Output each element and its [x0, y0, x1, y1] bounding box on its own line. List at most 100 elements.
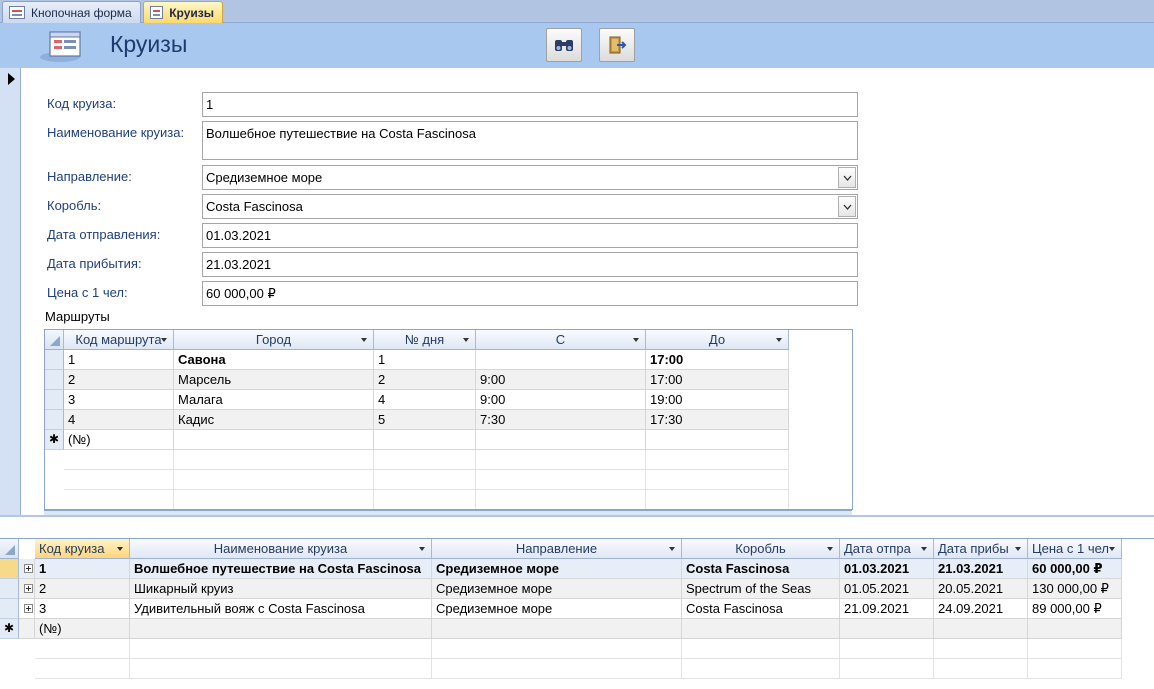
row-selector[interactable] [0, 579, 19, 599]
cell[interactable]: (№) [64, 430, 174, 450]
col-kod-kruiza[interactable]: Код круиза [35, 539, 130, 559]
cell[interactable]: 130 000,00 ₽ [1028, 579, 1122, 599]
select-all-corner[interactable] [0, 539, 19, 559]
cell[interactable]: 2 [374, 370, 476, 390]
cell[interactable]: Средиземное море [432, 559, 682, 579]
sort-arrow-icon[interactable] [1015, 547, 1021, 551]
cell[interactable]: 2 [64, 370, 174, 390]
cell[interactable] [1028, 619, 1122, 639]
sort-arrow-icon[interactable] [921, 547, 927, 551]
cell[interactable] [374, 430, 476, 450]
cell[interactable]: 17:30 [646, 410, 789, 430]
row-selector[interactable] [0, 599, 19, 619]
sort-arrow-icon[interactable] [669, 547, 675, 551]
expander-cell[interactable] [19, 579, 35, 599]
cell[interactable]: 17:00 [646, 350, 789, 370]
close-form-button[interactable] [599, 28, 635, 62]
col-kod-marshruta[interactable]: Код маршрута [64, 330, 174, 350]
cell[interactable]: 01.03.2021 [840, 559, 934, 579]
table-row[interactable]: 1 Волшебное путешествие на Costa Fascino… [0, 559, 1122, 579]
dropdown-button[interactable] [838, 167, 856, 188]
sort-arrow-icon[interactable] [419, 547, 425, 551]
col-korobl[interactable]: Коробль [682, 539, 840, 559]
cell[interactable]: 21.09.2021 [840, 599, 934, 619]
cell[interactable] [476, 430, 646, 450]
cell[interactable]: 19:00 [646, 390, 789, 410]
split-form-divider[interactable] [0, 515, 1154, 538]
col-nomer-dnya[interactable]: № дня [374, 330, 476, 350]
sort-arrow-icon[interactable] [633, 338, 639, 342]
expander-cell[interactable] [19, 559, 35, 579]
cell[interactable]: 01.05.2021 [840, 579, 934, 599]
row-selector[interactable] [45, 390, 64, 410]
cell[interactable] [130, 619, 432, 639]
sort-arrow-icon[interactable] [463, 338, 469, 342]
cell[interactable]: 1 [64, 350, 174, 370]
field-naimenovanie[interactable]: Волшебное путешествие на Costa Fascinosa [202, 121, 858, 160]
row-selector[interactable] [0, 559, 19, 579]
cell[interactable] [840, 619, 934, 639]
cell[interactable]: 5 [374, 410, 476, 430]
cell[interactable] [476, 350, 646, 370]
sort-arrow-icon[interactable] [117, 547, 123, 551]
col-data-pribytiya[interactable]: Дата прибы [934, 539, 1028, 559]
expand-plus-icon[interactable] [24, 564, 33, 573]
combo-korobl[interactable]: Costa Fascinosa [202, 194, 858, 219]
field-kod-kruiza[interactable]: 1 [202, 92, 858, 117]
cell[interactable]: Волшебное путешествие на Costa Fascinosa [130, 559, 432, 579]
table-row[interactable]: 4 Кадис 5 7:30 17:30 [45, 410, 789, 430]
table-row[interactable]: 3 Малага 4 9:00 19:00 [45, 390, 789, 410]
table-row[interactable]: 2 Марсель 2 9:00 17:00 [45, 370, 789, 390]
tab-knopochnaya-forma[interactable]: Кнопочная форма [2, 1, 141, 23]
row-selector[interactable] [45, 370, 64, 390]
col-naimenovanie[interactable]: Наименование круиза [130, 539, 432, 559]
cell[interactable]: 2 [35, 579, 130, 599]
row-selector[interactable] [45, 410, 64, 430]
sort-arrow-icon[interactable] [1109, 547, 1115, 551]
cell[interactable]: Средиземное море [432, 599, 682, 619]
cell[interactable]: Шикарный круиз [130, 579, 432, 599]
cell[interactable]: 17:00 [646, 370, 789, 390]
col-data-otpravleniya[interactable]: Дата отпра [840, 539, 934, 559]
cell[interactable]: 4 [374, 390, 476, 410]
sort-arrow-icon[interactable] [161, 338, 167, 342]
table-row[interactable]: 2 Шикарный круиз Средиземное море Spectr… [0, 579, 1122, 599]
cell[interactable]: Савона [174, 350, 374, 370]
sort-arrow-icon[interactable] [361, 338, 367, 342]
cell[interactable] [432, 619, 682, 639]
find-button[interactable] [546, 28, 582, 62]
field-data-otpravleniya[interactable]: 01.03.2021 [202, 223, 858, 248]
cell[interactable]: 9:00 [476, 370, 646, 390]
sort-arrow-icon[interactable] [776, 338, 782, 342]
cell[interactable]: 7:30 [476, 410, 646, 430]
col-tsena[interactable]: Цена с 1 чел [1028, 539, 1122, 559]
cell[interactable]: (№) [35, 619, 130, 639]
cell[interactable]: 4 [64, 410, 174, 430]
cell[interactable] [174, 430, 374, 450]
cell[interactable]: 60 000,00 ₽ [1028, 559, 1122, 579]
table-row[interactable]: 3 Удивительный вояж с Costa Fascinosa Ср… [0, 599, 1122, 619]
col-s[interactable]: С [476, 330, 646, 350]
cell[interactable] [934, 619, 1028, 639]
cell[interactable]: Средиземное море [432, 579, 682, 599]
cell[interactable]: 1 [374, 350, 476, 370]
cell[interactable] [682, 619, 840, 639]
cell[interactable]: 3 [64, 390, 174, 410]
cell[interactable]: Costa Fascinosa [682, 559, 840, 579]
cell[interactable]: 21.03.2021 [934, 559, 1028, 579]
field-data-pribytiya[interactable]: 21.03.2021 [202, 252, 858, 277]
cell[interactable] [646, 430, 789, 450]
col-napravlenie[interactable]: Направление [432, 539, 682, 559]
tab-kruizy[interactable]: Круизы [143, 1, 223, 23]
expander-cell[interactable] [19, 599, 35, 619]
sort-arrow-icon[interactable] [827, 547, 833, 551]
cell[interactable]: 20.05.2021 [934, 579, 1028, 599]
cell[interactable]: 24.09.2021 [934, 599, 1028, 619]
cell[interactable]: 9:00 [476, 390, 646, 410]
new-record-row[interactable]: ✱ (№) [0, 619, 1122, 639]
new-record-row[interactable]: ✱ (№) [45, 430, 789, 450]
field-tsena[interactable]: 60 000,00 ₽ [202, 281, 858, 306]
table-row[interactable]: 1 Савона 1 17:00 [45, 350, 789, 370]
cell[interactable]: 3 [35, 599, 130, 619]
col-do[interactable]: До [646, 330, 789, 350]
